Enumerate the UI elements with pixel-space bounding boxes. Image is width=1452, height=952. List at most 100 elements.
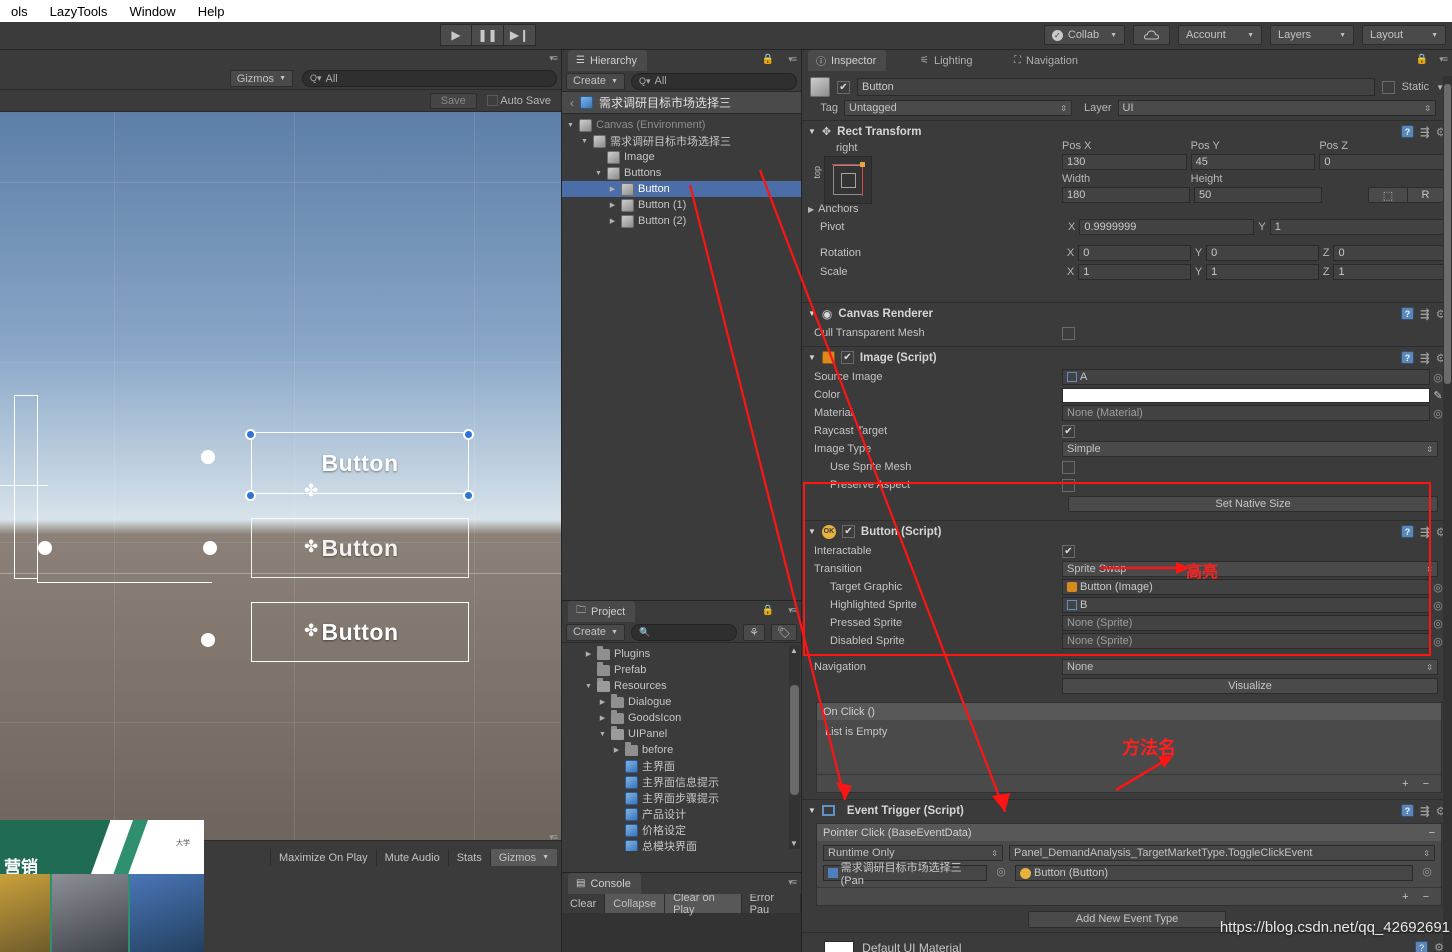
project-scrollbar[interactable]: ▲ ▼: [789, 645, 800, 849]
material-field[interactable]: None (Material): [1062, 405, 1430, 421]
tab-console[interactable]: ▤ Console: [568, 873, 641, 894]
anchor-preset-widget[interactable]: [824, 156, 872, 204]
mute-audio-button[interactable]: Mute Audio: [375, 849, 448, 866]
interactable-checkbox[interactable]: ✔: [1062, 544, 1075, 558]
pressed-sprite-field[interactable]: None (Sprite): [1062, 615, 1430, 631]
project-row-prefab-item[interactable]: ▶ 主界面信息提示: [562, 774, 801, 790]
nav-node[interactable]: [201, 633, 215, 647]
tab-hierarchy[interactable]: ☰ Hierarchy: [568, 50, 648, 71]
project-label-button[interactable]: 🏷: [771, 623, 797, 641]
hierarchy-row-button-1[interactable]: ▶ Button (1): [562, 197, 801, 213]
expand-triangle-icon[interactable]: ▶: [608, 201, 617, 209]
expand-triangle-icon[interactable]: ▼: [594, 170, 603, 177]
foldout-triangle-icon[interactable]: ▼: [808, 806, 816, 815]
expand-triangle-icon[interactable]: ▶: [608, 217, 617, 225]
project-scroll-thumb[interactable]: [790, 685, 799, 795]
project-row-prefab-item[interactable]: ▶ 价格设定: [562, 822, 801, 838]
rotation-y-field[interactable]: 0: [1206, 245, 1319, 261]
project-options-icon[interactable]: ▾≡: [788, 605, 797, 616]
game-options-icon[interactable]: ▾≡: [549, 832, 558, 843]
static-checkbox[interactable]: [1381, 80, 1395, 94]
component-header-canvas-renderer[interactable]: ▼ ◉ Canvas Renderer ? ⇶ ⚙: [802, 302, 1452, 324]
hierarchy-options-icon[interactable]: ▾≡: [788, 54, 797, 65]
object-picker-icon[interactable]: ◎: [993, 865, 1009, 881]
scene-button-2[interactable]: Button: [251, 518, 469, 578]
source-image-field[interactable]: A: [1062, 369, 1430, 385]
tab-project[interactable]: 🗀 Project: [568, 601, 636, 622]
scene-button-3[interactable]: Button: [251, 602, 469, 662]
expand-triangle-icon[interactable]: ▼: [580, 138, 589, 145]
component-header-rect-transform[interactable]: ▼ ✥ Rect Transform ? ⇶ ⚙: [802, 120, 1452, 142]
project-row-prefab-item[interactable]: ▶ 主界面步骤提示: [562, 790, 801, 806]
account-button[interactable]: Account ▼: [1178, 25, 1262, 45]
tab-inspector[interactable]: ⓘ Inspector: [808, 50, 887, 71]
scene-button-1[interactable]: Button: [251, 432, 469, 494]
disabled-sprite-field[interactable]: None (Sprite): [1062, 633, 1430, 649]
button-enabled-checkbox[interactable]: ✔: [841, 525, 855, 538]
project-row-resources[interactable]: ▼ Resources: [562, 677, 801, 694]
selection-handle[interactable]: [463, 490, 474, 501]
console-options-icon[interactable]: ▾≡: [788, 877, 797, 888]
inspector-options-icon[interactable]: ▾≡: [1439, 54, 1448, 65]
foldout-triangle-icon[interactable]: ▼: [808, 127, 816, 136]
image-type-dropdown[interactable]: Simple ⇳: [1062, 441, 1438, 457]
scroll-up-icon[interactable]: ▲: [790, 646, 798, 655]
menu-item-lazytools[interactable]: LazyTools: [39, 4, 119, 19]
expand-triangle-icon[interactable]: ▶: [608, 185, 617, 193]
image-enabled-checkbox[interactable]: ✔: [840, 351, 854, 364]
foldout-triangle-icon[interactable]: ▼: [808, 527, 816, 536]
console-clear-on-play-button[interactable]: Clear on Play: [665, 892, 742, 916]
function-dropdown[interactable]: Panel_DemandAnalysis_TargetMarketType.To…: [1009, 845, 1435, 861]
rotation-z-field[interactable]: 0: [1333, 245, 1446, 261]
project-row-uipanel[interactable]: ▼ UIPanel: [562, 725, 801, 742]
expand-triangle-icon[interactable]: ▶: [598, 714, 607, 722]
project-row-goodsicon[interactable]: ▶ GoodsIcon: [562, 709, 801, 726]
component-header-image-script[interactable]: ▼ ✔ Image (Script) ? ⇶ ⚙: [802, 346, 1452, 368]
component-header-event-trigger[interactable]: ▼ Event Trigger (Script) ? ⇶ ⚙: [802, 799, 1452, 821]
preserve-aspect-checkbox[interactable]: [1062, 478, 1075, 492]
foldout-triangle-icon[interactable]: ▼: [808, 353, 816, 362]
color-swatch[interactable]: [1062, 387, 1430, 403]
target-object-field[interactable]: 需求调研目标市场选择三 (Pan: [823, 862, 987, 887]
collab-button[interactable]: ✓ Collab ▼: [1043, 25, 1125, 45]
hierarchy-search-input[interactable]: Q▾ All: [630, 72, 797, 90]
lock-icon[interactable]: 🔒: [762, 54, 774, 65]
back-arrow-icon[interactable]: ‹: [570, 96, 574, 110]
target-graphic-field[interactable]: Button (Image): [1062, 579, 1430, 595]
layout-button[interactable]: Layout ▼: [1362, 25, 1446, 45]
project-row-plugins[interactable]: ▶ Plugins: [562, 645, 801, 662]
step-button[interactable]: ▶❙: [504, 24, 536, 46]
foldout-triangle-icon[interactable]: ▼: [808, 309, 816, 318]
selection-handle[interactable]: [245, 429, 256, 440]
hierarchy-create-button[interactable]: Create ▼: [566, 72, 625, 90]
on-click-add-button[interactable]: +: [1402, 778, 1408, 790]
layers-button[interactable]: Layers ▼: [1270, 25, 1354, 45]
hierarchy-row-canvas[interactable]: ▼ Canvas (Environment): [562, 117, 801, 133]
expand-triangle-icon[interactable]: ▶: [612, 746, 621, 754]
pos-y-field[interactable]: 45: [1190, 154, 1316, 170]
nav-node[interactable]: [201, 450, 215, 464]
cull-transparent-mesh-checkbox[interactable]: [1062, 326, 1075, 340]
event-trigger-remove-button[interactable]: −: [1423, 891, 1429, 903]
selection-handle[interactable]: [245, 490, 256, 501]
object-picker-icon[interactable]: ◎: [1419, 865, 1435, 881]
project-row-prefab-item[interactable]: ▶ 总模块界面: [562, 838, 801, 851]
nav-node[interactable]: [38, 541, 52, 555]
menu-item-help[interactable]: Help: [187, 4, 236, 19]
pivot-gizmo[interactable]: ✤: [304, 621, 318, 641]
foldout-triangle-icon[interactable]: ▶: [808, 205, 814, 214]
project-row-dialogue[interactable]: ▶ Dialogue: [562, 693, 801, 710]
stats-button[interactable]: Stats: [447, 849, 490, 866]
scroll-down-icon[interactable]: ▼: [790, 839, 798, 848]
scale-z-field[interactable]: 1: [1333, 264, 1446, 280]
console-log-area[interactable]: [562, 913, 801, 952]
game-gizmos-button[interactable]: Gizmos ▼: [489, 849, 557, 866]
tab-lighting[interactable]: ⚟ Lighting: [912, 50, 983, 71]
hierarchy-tree[interactable]: ▼ Canvas (Environment) ▼ 需求调研目标市场选择三 ▶ I…: [562, 114, 801, 600]
help-icon[interactable]: ?: [1401, 351, 1415, 364]
lock-icon[interactable]: 🔒: [762, 605, 774, 616]
help-icon[interactable]: ?: [1415, 941, 1429, 952]
save-button[interactable]: Save: [429, 92, 477, 109]
play-button[interactable]: ▶: [440, 24, 472, 46]
use-sprite-mesh-checkbox[interactable]: [1062, 460, 1075, 474]
